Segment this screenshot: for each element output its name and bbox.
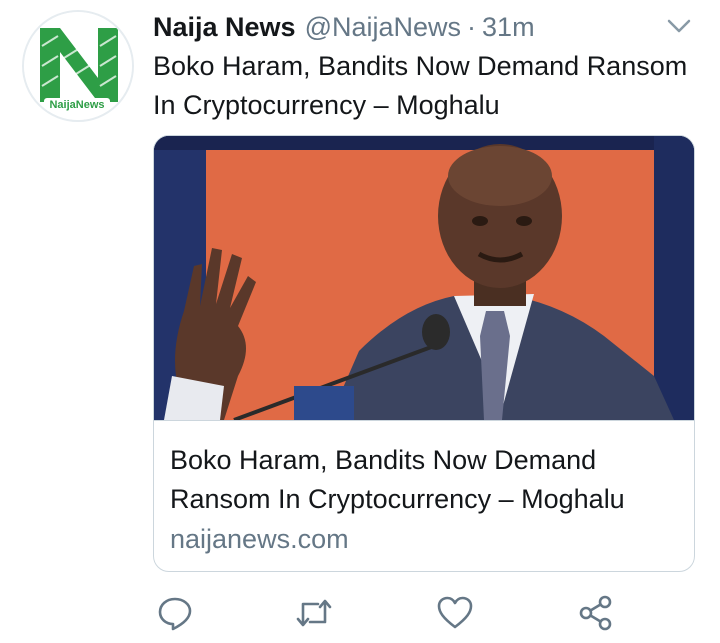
like-button[interactable] (435, 594, 475, 632)
author-name[interactable]: Naija News (153, 12, 296, 43)
tweet-timestamp[interactable]: 31m (482, 12, 535, 43)
like-icon (437, 596, 473, 629)
tweet-menu-button[interactable] (664, 14, 694, 38)
retweet-button[interactable] (294, 594, 334, 632)
tweet-header: Naija News @NaijaNews · 31m (153, 10, 535, 44)
reply-button[interactable] (155, 594, 195, 632)
card-image (154, 136, 694, 420)
retweet-icon (296, 599, 332, 627)
avatar[interactable]: NaijaNews (22, 10, 134, 122)
chevron-down-icon (667, 19, 691, 33)
card-title: Boko Haram, Bandits Now Demand Ransom In… (170, 445, 625, 514)
reply-icon (158, 597, 192, 631)
svg-text:NaijaNews: NaijaNews (49, 99, 104, 111)
separator-dot: · (467, 11, 477, 42)
naija-news-logo-icon: NaijaNews (24, 12, 132, 120)
speaker-photo-image (154, 136, 694, 420)
tweet-actions (153, 594, 623, 632)
tweet[interactable]: NaijaNews Naija News @NaijaNews · 31m Bo… (0, 0, 720, 643)
share-icon (579, 595, 612, 631)
card-body: Boko Haram, Bandits Now Demand Ransom In… (154, 420, 694, 571)
tweet-text: Boko Haram, Bandits Now Demand Ransom In… (153, 51, 688, 120)
card-domain: naijanews.com (170, 524, 349, 554)
share-button[interactable] (576, 594, 616, 632)
link-card[interactable]: Boko Haram, Bandits Now Demand Ransom In… (153, 135, 695, 572)
author-handle[interactable]: @NaijaNews (305, 12, 461, 43)
